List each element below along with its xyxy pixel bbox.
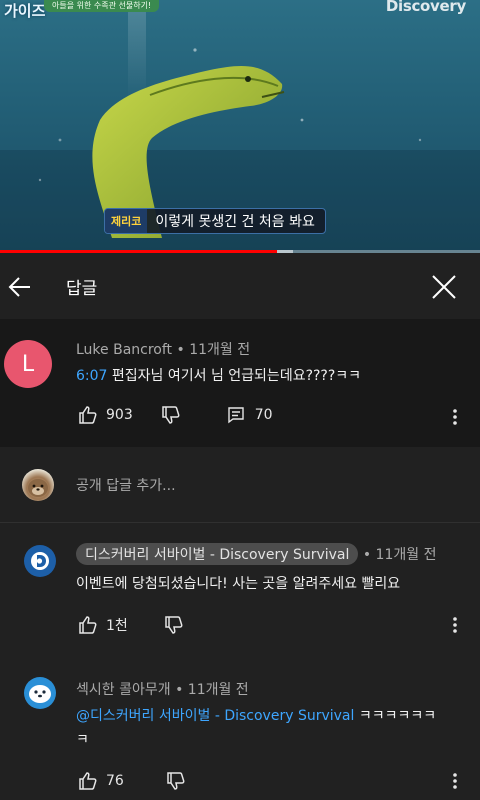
reply-time: • 11개월 전 — [170, 682, 249, 698]
dislike-button[interactable] — [164, 615, 184, 635]
main-comment: L Luke Bancroft • 11개월 전 6:07 편집자님 여기서 님… — [0, 319, 480, 447]
reply-body: ㅋㅋㅋㅋㅋㅋ — [354, 708, 437, 724]
like-button[interactable]: 903 — [78, 405, 133, 425]
reply-meta: 디스커버리 서바이벌 - Discovery Survival • 11개월 전 — [76, 543, 436, 565]
seal-avatar-icon — [29, 685, 51, 703]
caption-speaker: 제리코 — [105, 209, 148, 233]
avatar[interactable] — [24, 677, 56, 709]
reply-actions: 1천 — [78, 613, 184, 637]
reply-item: 섹시한 콜아무개 • 11개월 전 @디스커버리 서바이벌 - Discover… — [0, 655, 480, 800]
reply-text: 이벤트에 당첨되셨습니다! 사는 곳을 알려주세요 빨리요 — [76, 576, 401, 592]
replies-header: 답글 — [0, 253, 480, 319]
video-player[interactable]: 가이즈 아들을 위한 수족관 선물하기! Discovery 제리코 이렇게 못… — [0, 0, 480, 253]
arrow-left-icon — [8, 277, 30, 297]
close-icon — [432, 275, 456, 299]
reply-text-continued: ㅋ — [76, 732, 89, 748]
replies-button[interactable]: 70 — [227, 406, 273, 424]
otter-avatar-image — [28, 479, 48, 497]
thumbs-up-icon — [79, 772, 97, 790]
like-count: 76 — [106, 773, 124, 789]
thumbs-down-icon — [161, 406, 180, 424]
thumbs-down-icon — [167, 772, 185, 790]
more-options-button[interactable] — [443, 613, 467, 637]
page-title: 답글 — [66, 279, 98, 299]
dislike-button[interactable] — [161, 405, 181, 425]
reply-time: • 11개월 전 — [358, 547, 437, 563]
reply-text: @디스커버리 서바이벌 - Discovery Survival ㅋㅋㅋㅋㅋㅋ — [76, 705, 436, 725]
more-vertical-icon — [453, 409, 457, 425]
channel-author-chip[interactable]: 디스커버리 서바이벌 - Discovery Survival — [76, 543, 359, 565]
discovery-channel-icon — [31, 552, 49, 570]
avatar — [22, 469, 54, 501]
reply-meta: 섹시한 콜아무개 • 11개월 전 — [76, 679, 249, 699]
reply-count: 70 — [254, 407, 273, 423]
comment-author[interactable]: Luke Bancroft — [76, 342, 172, 358]
more-vertical-icon — [453, 773, 457, 789]
like-button[interactable]: 1천 — [78, 615, 128, 635]
mention-link[interactable]: @디스커버리 서바이벌 - Discovery Survival — [76, 708, 354, 724]
like-button[interactable]: 76 — [78, 771, 124, 791]
video-caption: 제리코 이렇게 못생긴 건 처음 봐요 — [104, 208, 326, 234]
timestamp-link[interactable]: 6:07 — [76, 368, 107, 384]
comment-time: • 11개월 전 — [172, 342, 251, 358]
thumbs-up-icon — [79, 406, 97, 424]
more-options-button[interactable] — [443, 769, 467, 793]
add-reply-input[interactable] — [76, 475, 456, 497]
show-tagline: 아들을 위한 수족관 선물하기! — [44, 0, 160, 12]
comment-actions: 903 70 — [78, 403, 273, 427]
thumbs-up-icon — [79, 616, 97, 634]
more-options-button[interactable] — [443, 405, 467, 429]
thumbs-down-icon — [165, 616, 183, 634]
like-count: 903 — [106, 407, 133, 423]
caption-text: 이렇게 못생긴 건 처음 봐요 — [155, 214, 315, 230]
comment-body: 편집자님 여기서 님 언급되는데요????ㅋㅋ — [107, 368, 362, 384]
discovery-watermark: Discovery — [385, 0, 466, 15]
close-button[interactable] — [430, 273, 458, 301]
show-logo: 가이즈 — [4, 2, 46, 20]
add-reply-bar — [0, 447, 480, 523]
like-count: 1천 — [106, 618, 128, 634]
comment-text: 6:07 편집자님 여기서 님 언급되는데요????ㅋㅋ — [76, 365, 361, 385]
reply-actions: 76 — [78, 769, 186, 793]
more-vertical-icon — [453, 617, 457, 633]
dislike-button[interactable] — [166, 771, 186, 791]
reply-item: 디스커버리 서바이벌 - Discovery Survival • 11개월 전… — [0, 523, 480, 655]
back-button[interactable] — [6, 273, 34, 301]
avatar[interactable] — [24, 545, 56, 577]
reply-author[interactable]: 섹시한 콜아무개 — [76, 682, 171, 698]
comment-icon — [228, 407, 244, 424]
comment-meta: Luke Bancroft • 11개월 전 — [76, 339, 250, 359]
avatar[interactable]: L — [4, 340, 52, 388]
